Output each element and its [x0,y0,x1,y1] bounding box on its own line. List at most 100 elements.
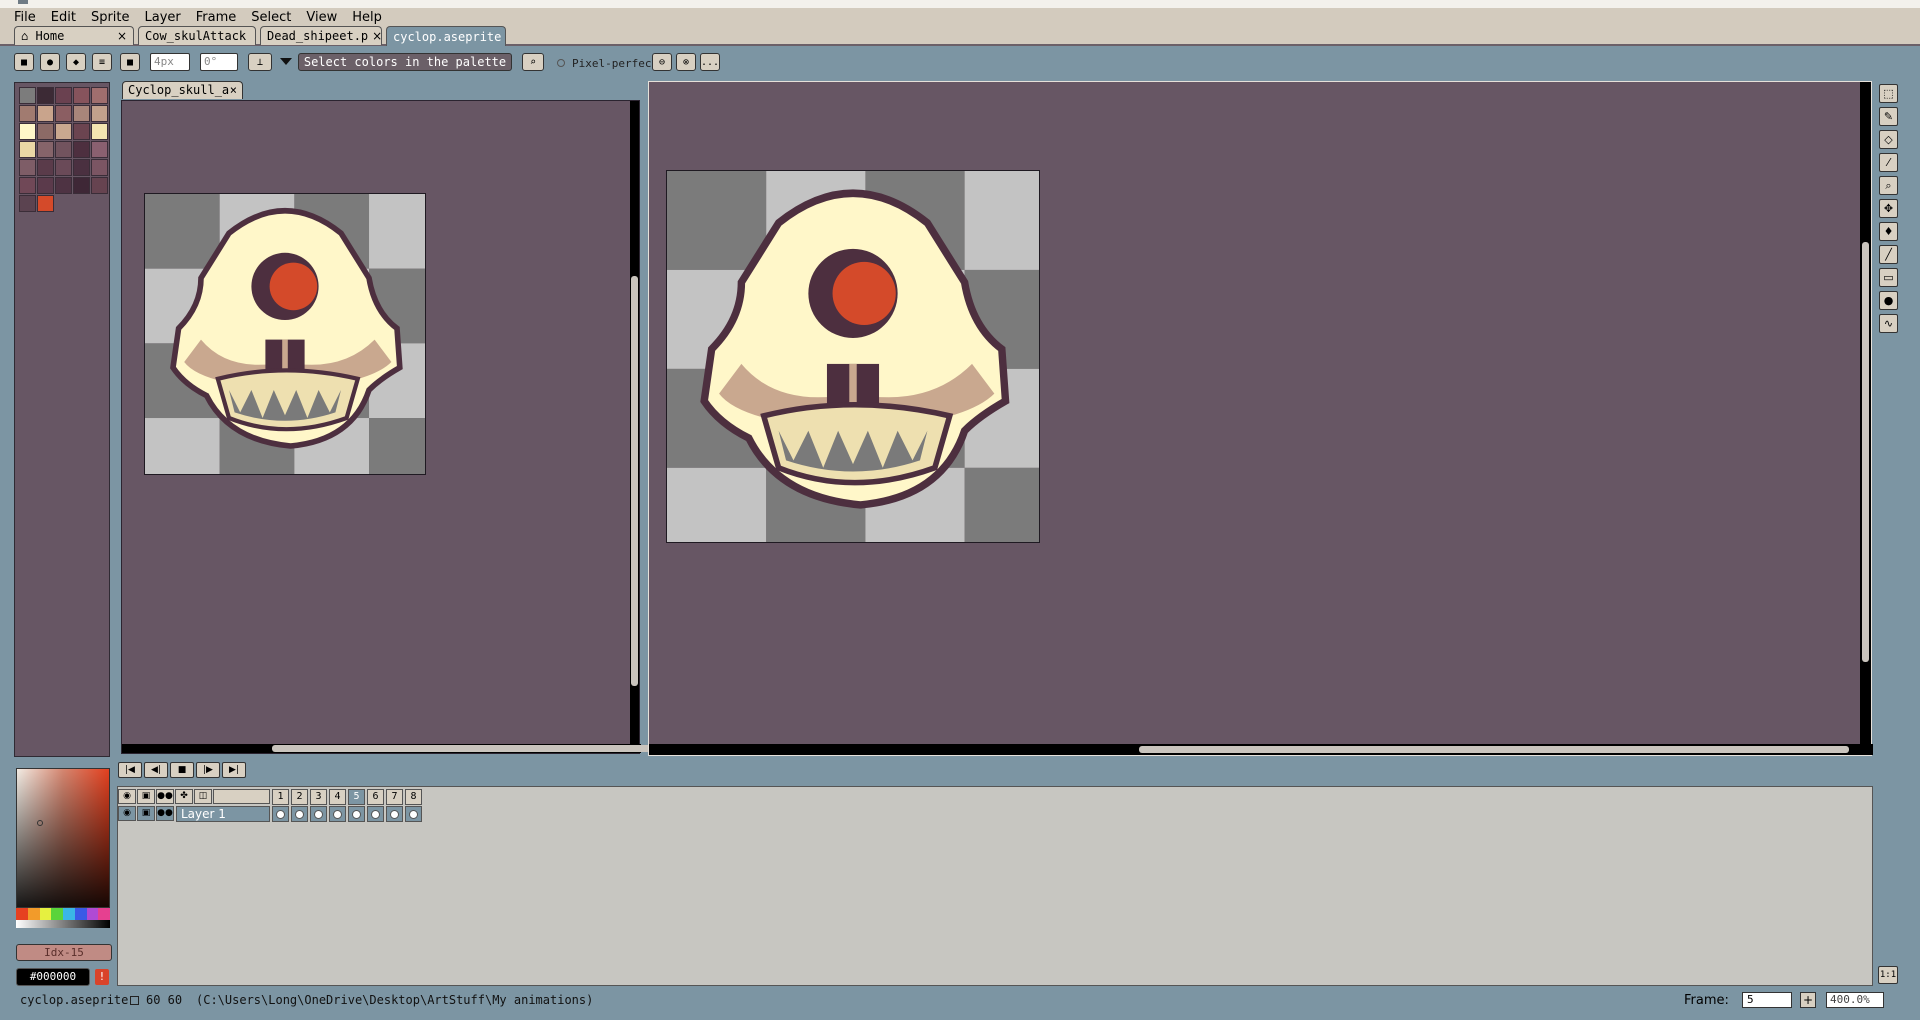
palette-swatch[interactable] [55,159,72,176]
palette-swatch[interactable] [55,141,72,158]
cel[interactable] [291,806,308,822]
rectangular-marquee-icon[interactable]: ⬚ [1879,84,1898,103]
line-icon[interactable]: ╱ [1879,245,1898,264]
palette-swatch[interactable] [91,141,108,158]
next-frame-button[interactable]: |▶ [196,762,220,778]
layer-continuous-icon[interactable]: ●● [156,806,174,821]
menu-sprite[interactable]: Sprite [91,10,130,25]
eyedropper-icon[interactable]: ⁄ [1879,153,1898,172]
palette-swatch[interactable] [73,141,90,158]
layer-name[interactable]: Layer 1 [176,806,270,822]
pixel-brush-button[interactable]: ■ [120,53,140,71]
hue-swatch[interactable] [39,908,52,920]
contour-icon[interactable]: ● [1879,291,1898,310]
tab-cow-skul-attack[interactable]: Cow_skulAttack [138,26,256,45]
rectangle-icon[interactable]: ▭ [1879,268,1898,287]
vertical-scroll-thumb[interactable] [631,276,638,686]
editor-tab-cyclop-skull[interactable]: Cyclop_skull_a × [122,81,243,99]
add-frame-button[interactable]: + [1800,992,1816,1008]
first-frame-button[interactable]: |◀ [118,762,142,778]
brush-circle-button[interactable]: ● [40,53,60,71]
frame-number-input[interactable]: 5 [1742,992,1792,1008]
zoom-lens-icon[interactable]: ⌕ [522,53,544,71]
frame-header[interactable]: 7 [386,789,403,805]
lock-icon[interactable]: ▣ [137,789,155,804]
hue-swatch[interactable] [51,908,63,920]
ink-stamp-icon[interactable]: ⊥ [248,53,272,71]
frame-header[interactable]: 8 [405,789,422,805]
tab-home[interactable]: ⌂ Home × [14,26,134,45]
palette-swatch[interactable] [37,87,54,104]
paint-bucket-icon[interactable]: ♦ [1879,222,1898,241]
onion-skin-icon[interactable]: ◫ [194,789,212,804]
palette-swatch[interactable] [73,177,90,194]
brush-angle-input[interactable]: 0° [200,53,238,71]
palette-swatch[interactable] [37,195,54,212]
palette-swatch[interactable] [37,123,54,140]
hue-swatch[interactable] [98,908,110,920]
menu-help[interactable]: Help [352,10,382,25]
palette-swatch[interactable] [37,105,54,122]
previous-frame-button[interactable]: ◀| [144,762,168,778]
menu-edit[interactable]: Edit [51,10,76,25]
hue-swatch[interactable] [86,908,99,920]
cel[interactable] [329,806,346,822]
sprite-canvas-small[interactable] [144,193,426,475]
vertical-scroll-thumb[interactable] [1862,242,1869,662]
main-sprite-editor[interactable] [648,81,1873,756]
palette-swatch[interactable] [19,141,36,158]
warning-icon[interactable]: ! [95,969,109,985]
frame-header[interactable]: 3 [310,789,327,805]
palette-swatch[interactable] [73,105,90,122]
close-icon[interactable]: × [372,29,382,43]
hue-swatch[interactable] [27,908,40,920]
hue-swatch[interactable] [16,908,28,920]
cel[interactable] [348,806,365,822]
pencil-icon[interactable]: ✎ [1879,107,1898,126]
palette-swatch[interactable] [73,87,90,104]
color-index-button[interactable]: Idx-15 [16,944,112,961]
palette-swatch[interactable] [91,87,108,104]
hue-swatch[interactable] [63,908,75,920]
palette-swatch[interactable] [55,123,72,140]
brush-size-input[interactable]: 4px [150,53,190,71]
left-sprite-editor[interactable] [121,100,718,754]
palette-swatch[interactable] [19,87,36,104]
palette-swatch[interactable] [91,177,108,194]
alpha-strip[interactable] [16,920,110,928]
palette-swatch[interactable] [91,123,108,140]
menu-frame[interactable]: Frame [196,10,237,25]
menu-select[interactable]: Select [251,10,291,25]
cel[interactable] [386,806,403,822]
menu-layer[interactable]: Layer [145,10,181,25]
layer-group-icon[interactable]: ✤ [175,789,193,804]
palette-swatch[interactable] [19,123,36,140]
brush-type-button[interactable]: ◆ [66,53,86,71]
frame-header[interactable]: 4 [329,789,346,805]
spectrum-cursor[interactable] [37,820,43,826]
palette-swatch[interactable] [55,177,72,194]
palette-swatch[interactable] [19,195,36,212]
palette-swatch[interactable] [91,105,108,122]
hex-color-field[interactable]: #000000 [16,968,90,986]
move-icon[interactable]: ✥ [1879,199,1898,218]
visibility-eye-icon[interactable]: ◉ [118,789,136,804]
frame-header[interactable]: 1 [272,789,289,805]
tab-dead-shipeet[interactable]: Dead_shipeet.p × [260,26,382,45]
layer-visibility-eye-icon[interactable]: ◉ [118,806,136,821]
brush-square-button[interactable]: ■ [14,53,34,71]
menu-file[interactable]: File [14,10,36,25]
blur-icon[interactable]: ∿ [1879,314,1898,333]
cel[interactable] [367,806,384,822]
eraser-icon[interactable]: ◇ [1879,130,1898,149]
color-spectrum[interactable] [16,768,110,908]
palette-swatch[interactable] [91,159,108,176]
brush-options-button[interactable]: ≡ [92,53,112,71]
cel[interactable] [310,806,327,822]
palette-swatch[interactable] [19,177,36,194]
palette-swatch[interactable] [37,177,54,194]
palette-swatch[interactable] [55,105,72,122]
close-icon[interactable]: × [117,29,127,43]
hue-swatch[interactable] [74,908,87,920]
timeline-zoom-button[interactable]: 1:1 [1878,966,1898,984]
